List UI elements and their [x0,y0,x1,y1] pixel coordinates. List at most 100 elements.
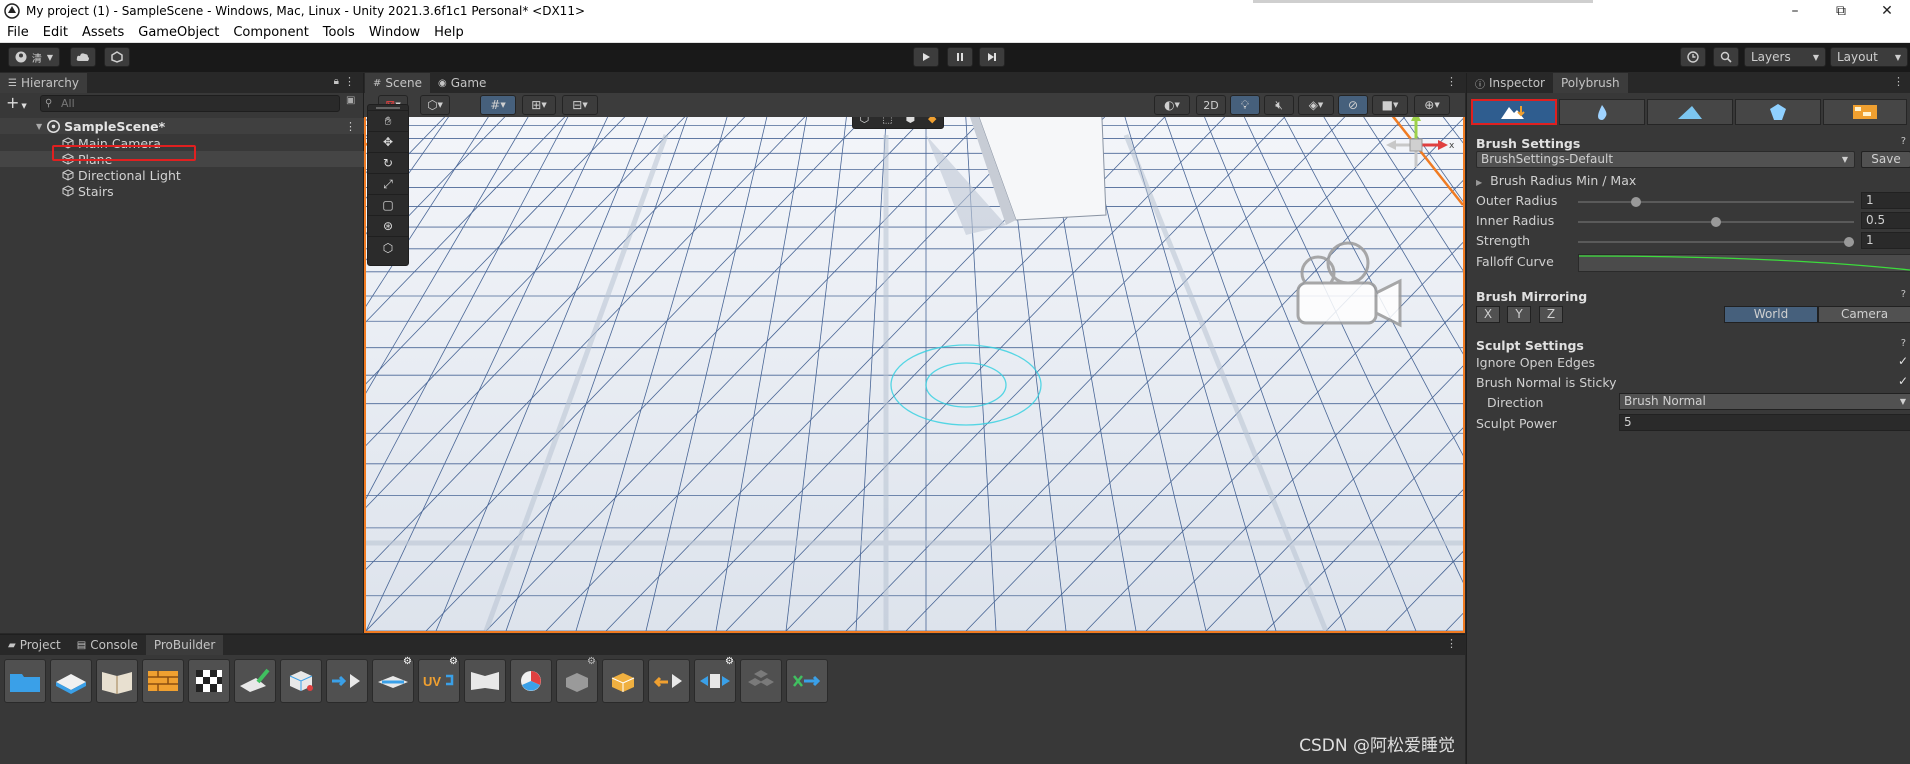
audio-toggle-button[interactable]: 🔇︎ [1264,95,1294,115]
hierarchy-item[interactable]: Directional Light [0,167,364,183]
play-button[interactable] [913,47,939,67]
menu-edit[interactable]: Edit [36,25,75,40]
history-button[interactable] [1680,47,1706,67]
expand-arrow-icon[interactable]: ▼ [36,122,42,131]
grid-toggle-button[interactable]: # ▼ [480,95,516,115]
tab-probuilder[interactable]: ProBuilder [145,635,224,655]
brush-normal-sticky-checkbox[interactable]: ✓ [1898,374,1908,388]
rect-tool-button[interactable]: ▢ [368,195,408,216]
cloud-button[interactable] [70,47,96,67]
scatter-mode-tab[interactable] [1735,99,1821,125]
more-menu-icon[interactable]: ⋮ [1446,75,1457,88]
strength-field[interactable]: 1 [1861,232,1910,249]
slider-knob[interactable] [1631,197,1642,207]
scale-tool-button[interactable]: ⤢ [368,174,408,195]
sculpt-mode-tab[interactable] [1471,99,1557,125]
help-icon[interactable]: ? [1901,289,1906,300]
hand-tool-button[interactable]: ✋︎ [368,111,408,132]
filter-icon[interactable]: ▣ [346,95,355,106]
smooth-mode-tab[interactable] [1559,99,1645,125]
paint-mode-tab[interactable] [1647,99,1733,125]
scene-viewport[interactable]: ✋︎ ✥ ↻ ⤢ ▢ ⊛ ⬡ ⬡ ⬚ ⬢ ◆ y x [364,93,1465,633]
pause-button[interactable] [947,47,973,67]
add-object-button[interactable]: + ▼ [6,93,27,112]
sculpt-power-field[interactable]: 5 [1619,414,1910,431]
menu-gameobject[interactable]: GameObject [131,25,226,40]
camera-settings-button[interactable]: ■ ▼ [1372,95,1408,115]
smoothing-button[interactable] [234,659,276,703]
hierarchy-search-input[interactable]: ⚲ All [40,95,340,112]
more-menu-icon[interactable]: ⋮ [1446,637,1457,650]
menu-tools[interactable]: Tools [316,25,362,40]
direction-dropdown[interactable]: Brush Normal ▼ [1619,393,1910,410]
material-editor-button[interactable] [96,659,138,703]
uv-editor-button[interactable] [142,659,184,703]
visibility-toggle-button[interactable]: ⊘ [1338,95,1368,115]
close-button[interactable]: ✕ [1864,0,1910,22]
falloff-curve-field[interactable] [1578,254,1910,272]
tab-hierarchy[interactable]: ☰ Hierarchy [0,73,87,93]
gear-icon[interactable]: ⚙ [403,656,412,667]
menu-help[interactable]: Help [427,25,471,40]
triangulate-button[interactable] [602,659,644,703]
more-menu-icon[interactable]: ⋮ [344,75,355,88]
tab-game[interactable]: ◉ Game [430,73,494,93]
layers-dropdown[interactable]: Layers ▼ [1744,47,1826,67]
probuilderize-button[interactable] [740,659,782,703]
hierarchy-scene-row[interactable]: ▼ SampleScene* ⋮ [0,118,364,134]
outer-radius-field[interactable]: 1 [1861,192,1910,209]
export-button[interactable] [786,659,828,703]
new-poly-shape-button[interactable] [50,659,92,703]
brush-radius-foldout[interactable]: ▶ Brush Radius Min / Max [1476,173,1636,188]
more-menu-icon[interactable]: ⋮ [345,120,356,133]
effects-button[interactable]: ◈ ▼ [1298,95,1334,115]
slider-knob[interactable] [1844,237,1854,247]
vertex-colors-button[interactable] [188,659,230,703]
tab-polybrush[interactable]: Polybrush [1552,73,1628,93]
maximize-button[interactable]: ⧉ [1818,0,1864,22]
custom-tool-button[interactable]: ⬡ [368,237,408,258]
mirror-y-toggle[interactable]: Y [1507,306,1531,323]
gizmos-button[interactable]: ⊕ ▼ [1414,95,1450,115]
scene-gizmo[interactable]: y x [1376,105,1456,185]
layout-dropdown[interactable]: Layout ▼ [1830,47,1908,67]
menu-component[interactable]: Component [226,25,315,40]
orientation-button[interactable]: ◐ ▼ [1154,95,1190,115]
more-menu-icon[interactable]: ⋮ [1893,75,1904,88]
mirror-x-toggle[interactable]: X [1476,306,1500,323]
mirror-z-toggle[interactable]: Z [1539,306,1563,323]
tab-project[interactable]: ▰ Project [0,635,69,655]
increment-snap-button[interactable]: ⊟ ▼ [562,95,598,115]
mirror-button[interactable] [648,659,690,703]
2d-toggle-button[interactable]: 2D [1196,95,1226,115]
mirror-world-toggle[interactable]: World [1724,306,1818,323]
hierarchy-item[interactable]: Stairs [0,183,364,199]
snap-button[interactable]: ⊞ ▼ [522,95,556,115]
flip-normals-button[interactable] [464,659,506,703]
minimize-button[interactable]: – [1772,0,1818,22]
new-shape-button[interactable] [4,659,46,703]
menu-file[interactable]: File [0,25,36,40]
help-icon[interactable]: ? [1901,136,1906,147]
slider-knob[interactable] [1711,217,1721,227]
gear-icon[interactable]: ⚙ [587,656,596,667]
brush-preset-dropdown[interactable]: BrushSettings-Default ▼ [1476,151,1855,168]
mirror-camera-toggle[interactable]: Camera [1818,306,1910,323]
pivot-button[interactable] [510,659,552,703]
gear-icon[interactable]: ⚙ [725,656,734,667]
tab-console[interactable]: ▤ Console [69,635,146,655]
subdivide-button[interactable]: ⚙ [556,656,598,703]
texture-mode-tab[interactable] [1823,99,1907,125]
ignore-open-edges-checkbox[interactable]: ✓ [1898,354,1908,368]
menu-window[interactable]: Window [362,25,427,40]
inner-radius-slider[interactable] [1578,217,1854,227]
help-icon[interactable]: ? [1901,338,1906,349]
strength-slider[interactable] [1578,237,1854,247]
collapse-verts-button[interactable]: ⚙ [372,656,414,703]
search-button[interactable] [1713,47,1739,67]
lock-icon[interactable]: 🔒︎ [334,76,339,87]
account-dropdown[interactable]: 清 ▼ [8,47,60,67]
gear-icon[interactable]: ⚙ [449,656,458,667]
merge-button[interactable] [326,659,368,703]
rotate-tool-button[interactable]: ↻ [368,153,408,174]
